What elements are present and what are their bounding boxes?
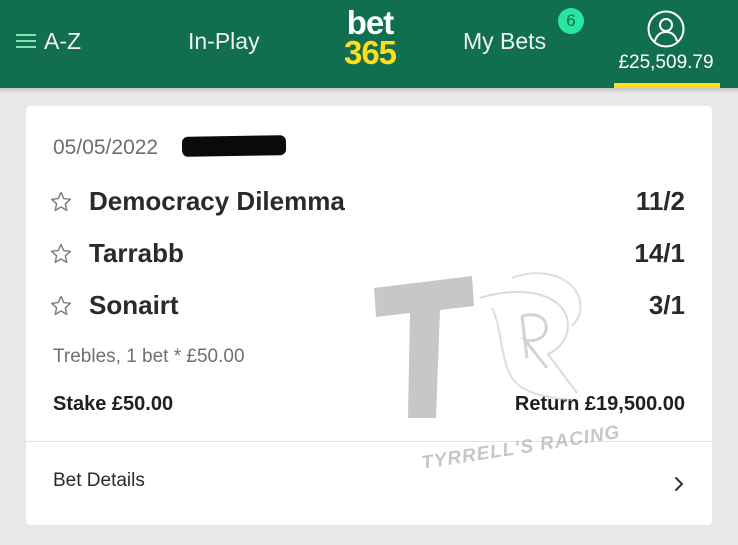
bet-card: 05/05/2022 Democracy Dilemma 11/2 Tarrab… (26, 106, 712, 525)
selection-odds: 3/1 (648, 290, 685, 320)
header-shadow (0, 88, 738, 94)
bet-details-label: Bet Details (53, 470, 145, 491)
selection-name: Democracy Dilemma (89, 186, 345, 216)
stake-amount: Stake £50.00 (53, 393, 174, 415)
account-button[interactable]: £25,509.79 (612, 10, 720, 88)
selection-row: Democracy Dilemma 11/2 (49, 184, 685, 218)
az-menu-button[interactable]: A-Z (16, 28, 81, 55)
chevron-right-icon (675, 477, 683, 491)
account-balance: £25,509.79 (618, 52, 714, 73)
star-icon[interactable] (49, 190, 73, 214)
az-menu-label: A-Z (44, 28, 82, 54)
logo-365-text: 365 (343, 34, 397, 71)
star-icon[interactable] (49, 294, 73, 318)
selection-odds: 11/2 (635, 186, 685, 216)
bet-details-row[interactable]: Bet Details (26, 442, 712, 525)
bet-type-summary: Trebles, 1 bet * £50.00 (53, 346, 245, 367)
bet-date: 05/05/2022 (53, 136, 159, 159)
selection-row: Tarrabb 14/1 (49, 236, 685, 270)
selection-odds: 14/1 (634, 238, 685, 268)
top-nav-bar: A-Z In-Play bet 365 My Bets 6 £25,509.79 (0, 0, 738, 88)
redacted-bet-ref (181, 135, 287, 157)
selection-row: Sonairt 3/1 (49, 288, 685, 322)
my-bets-tab[interactable]: My Bets (463, 28, 546, 55)
user-icon (647, 10, 685, 48)
bet365-logo[interactable]: bet 365 (334, 6, 406, 71)
return-amount: Return £19,500.00 (514, 393, 685, 415)
selection-name: Sonairt (89, 290, 179, 320)
star-icon[interactable] (49, 242, 73, 266)
selection-name: Tarrabb (89, 238, 184, 268)
my-bets-count-badge: 6 (558, 8, 584, 34)
hamburger-icon (16, 32, 36, 50)
inplay-tab[interactable]: In-Play (188, 28, 260, 55)
